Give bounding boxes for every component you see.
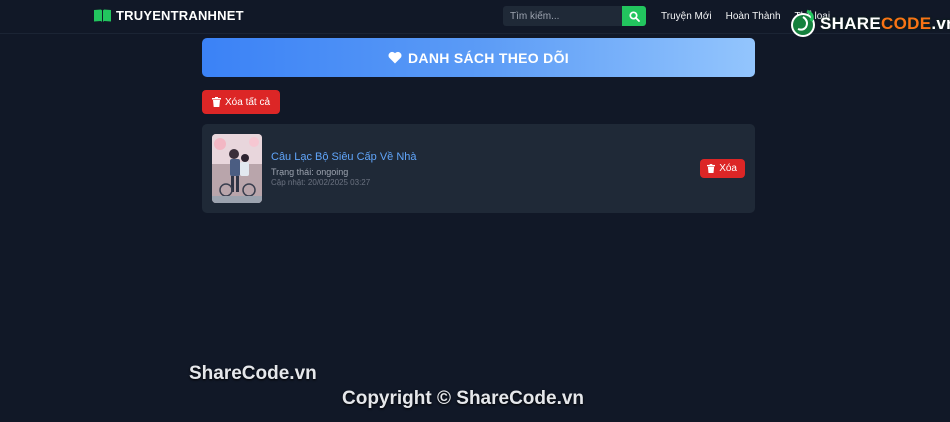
trash-icon (212, 97, 221, 107)
search-button[interactable] (622, 6, 646, 26)
nav-link-completed[interactable]: Hoàn Thành (726, 11, 781, 22)
follow-list-item: Câu Lạc Bộ Siêu Cấp Về Nhà Trạng thái: o… (202, 124, 755, 213)
manga-info: Câu Lạc Bộ Siêu Cấp Về Nhà Trạng thái: o… (271, 151, 417, 187)
manga-updated-time: Cập nhật: 20/02/2025 03:27 (271, 178, 371, 187)
delete-label: Xóa (719, 163, 737, 174)
clear-all-label: Xóa tất cả (225, 96, 271, 108)
brand-name: TRUYENTRANHNET (116, 8, 244, 23)
manga-status: Trạng thái: ongoing (271, 167, 349, 177)
trash-icon (707, 164, 716, 173)
search-icon (628, 10, 640, 22)
watermark-text: ShareCode.vn (189, 363, 317, 384)
sharecode-logo-text: SHARECODE.vn (820, 14, 950, 33)
manga-title-link[interactable]: Câu Lạc Bộ Siêu Cấp Về Nhà (271, 151, 417, 163)
search-form (503, 6, 646, 26)
copyright-watermark: Copyright © ShareCode.vn (342, 388, 585, 409)
heart-icon (388, 51, 402, 64)
sharecode-logo: SHARECODE.vn (789, 8, 950, 40)
clear-all-button[interactable]: Xóa tất cả (202, 90, 281, 114)
page-title: DANH SÁCH THEO DÕI (408, 49, 569, 66)
brand-link[interactable]: TRUYENTRANHNET (94, 8, 244, 23)
nav-link-new[interactable]: Truyện Mới (661, 11, 712, 22)
search-input[interactable] (503, 6, 622, 26)
manga-cover-image[interactable] (212, 134, 262, 203)
page-title-banner: DANH SÁCH THEO DÕI (202, 38, 755, 77)
delete-follow-button[interactable]: Xóa (700, 159, 745, 178)
book-open-icon (94, 9, 111, 22)
sharecode-emblem-icon (791, 9, 815, 37)
